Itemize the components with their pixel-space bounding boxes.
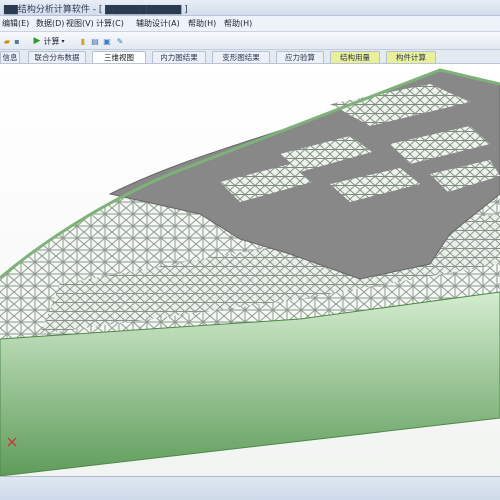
save-icon[interactable]: ▪ (12, 35, 22, 47)
run-calc-label: 计算 (43, 36, 60, 46)
menu-edit[interactable]: 编辑(E) (2, 18, 29, 29)
3d-model-render (0, 64, 500, 476)
menu-assist[interactable]: 辅助设计(A) (136, 18, 180, 29)
menu-help[interactable]: 帮助(H) (224, 18, 252, 29)
tab-label: 三维视图 (104, 53, 134, 62)
3d-viewport[interactable] (0, 64, 500, 476)
tab-label: 结构用量 (340, 53, 370, 62)
paint-icon[interactable]: ✎ (114, 35, 126, 47)
report-icon[interactable]: ▤ (90, 35, 100, 47)
title-bar: ▇▇结构分析计算软件 - [ ▇▇▇▇▇▇▇▇▇▇▇ ] (0, 0, 500, 16)
dropdown-arrow-icon: ▾ (61, 37, 65, 45)
clipboard-icon[interactable]: ▣ (102, 35, 112, 47)
tab-info[interactable]: 信息 (0, 51, 20, 63)
menu-bar: 编辑(E) 数据(D) 视图(V) 计算(C) 辅助设计(A) 帮助(H) 帮助… (0, 16, 500, 32)
folder-icon[interactable]: ▰ (2, 35, 12, 47)
tab-label: 信息 (2, 53, 18, 62)
tab-label: 内力图结果 (160, 53, 198, 62)
play-icon: ▶ (33, 36, 41, 46)
tab-deformation[interactable]: 变形图结果 (212, 51, 270, 63)
tab-stress-check[interactable]: 应力验算 (276, 51, 324, 63)
tab-material-usage[interactable]: 结构用量 (330, 51, 380, 63)
menu-data[interactable]: 数据(D) (36, 18, 64, 29)
toolbar: ▰ ▪ ▶ 计算 ▾ ▮ ▤ ▣ ✎ (0, 32, 500, 50)
tab-label: 联合分布数据 (34, 53, 80, 62)
bar-chart-icon[interactable]: ▮ (78, 35, 88, 47)
window-title: ▇▇结构分析计算软件 - [ ▇▇▇▇▇▇▇▇▇▇▇ ] (4, 5, 188, 15)
run-calc-button[interactable]: ▶ 计算 ▾ (26, 35, 72, 47)
tab-3d-view[interactable]: 三维视图 (92, 51, 146, 63)
view-tabs: 信息 联合分布数据 三维视图 内力图结果 变形图结果 应力验算 结构用量 构件计… (0, 50, 500, 64)
menu-view[interactable]: 视图(V) (66, 18, 94, 29)
tab-internal-force[interactable]: 内力图结果 (152, 51, 206, 63)
menu-window[interactable]: 帮助(H) (188, 18, 216, 29)
tab-label: 构件计算 (396, 53, 426, 62)
tab-label: 应力验算 (285, 53, 315, 62)
tab-label: 变形图结果 (222, 53, 260, 62)
tab-member-calc[interactable]: 构件计算 (386, 51, 436, 63)
menu-calc[interactable]: 计算(C) (96, 18, 124, 29)
status-bar (0, 476, 500, 500)
tab-distribution[interactable]: 联合分布数据 (28, 51, 86, 63)
